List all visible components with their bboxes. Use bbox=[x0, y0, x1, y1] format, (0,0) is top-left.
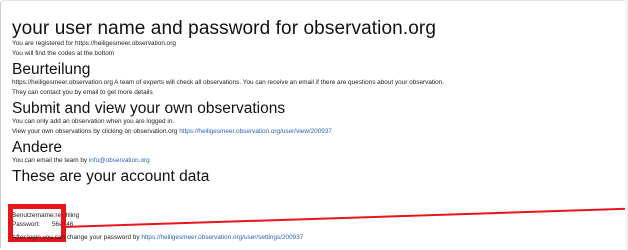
submit-heading: Submit and view your own observations bbox=[12, 100, 286, 117]
account-data-heading: These are your account data bbox=[12, 168, 210, 185]
intro-line: You are registered for https://heiligesm… bbox=[12, 40, 176, 47]
footer-prefix: After login you can change your password… bbox=[12, 234, 140, 241]
email-panel: your user name and password for observat… bbox=[0, 0, 627, 248]
page-title: your user name and password for observat… bbox=[12, 18, 436, 39]
andere-text: You can email the team by info@observati… bbox=[12, 156, 627, 166]
email-content: your user name and password for observat… bbox=[12, 18, 627, 186]
andere-text-prefix: You can email the team by bbox=[12, 157, 88, 164]
user-view-link[interactable]: https://heiligesmeer.observation.org/use… bbox=[179, 128, 332, 135]
email-link[interactable]: info@observation.org bbox=[89, 157, 150, 164]
footer-line: After login you can change your password… bbox=[12, 234, 303, 241]
highlight-mask bbox=[61, 188, 627, 227]
beurteilung-heading: Beurteilung bbox=[12, 61, 91, 78]
submit-text-prefix: View your own observations by clicking o… bbox=[12, 128, 178, 135]
submit-text: View your own observations by clicking o… bbox=[12, 127, 627, 137]
beurteilung-text: https://heiligesmeer.observation.org A t… bbox=[12, 79, 444, 86]
settings-link[interactable]: https://heiligesmeer.observation.org/use… bbox=[141, 234, 303, 241]
beurteilung-text: They can contact you by email to get mor… bbox=[12, 89, 153, 96]
andere-heading: Andere bbox=[12, 139, 62, 156]
intro-line: You will find the codes at the bottom bbox=[12, 50, 115, 57]
submit-text: You can only add an observation when you… bbox=[12, 118, 175, 125]
